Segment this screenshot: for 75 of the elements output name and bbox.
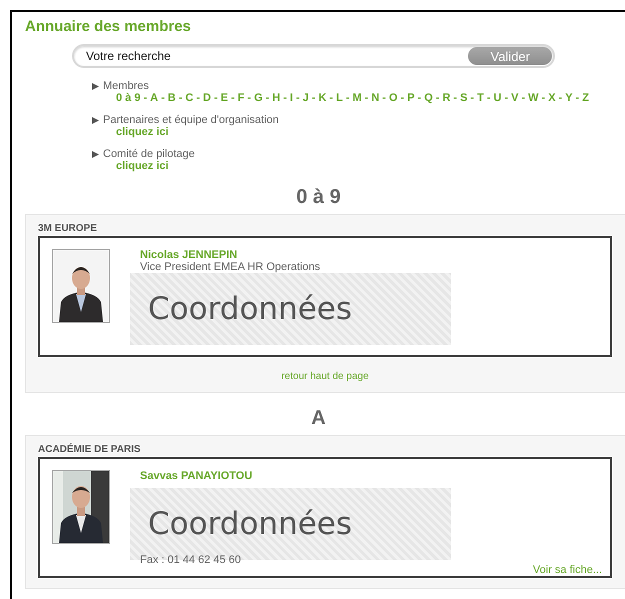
nav-link[interactable]: cliquez ici	[116, 160, 169, 172]
nav-link[interactable]: E	[220, 92, 228, 104]
member-name[interactable]: Nicolas JENNEPIN	[140, 249, 598, 261]
fax-number: Fax : 01 44 62 45 60	[140, 554, 242, 566]
separator-dash: -	[312, 92, 316, 104]
separator-dash: -	[266, 92, 270, 104]
separator-dash: -	[521, 92, 526, 104]
nav-link[interactable]: B	[168, 92, 176, 104]
nav-label: Membres	[103, 80, 149, 92]
nav-link[interactable]: M	[352, 92, 362, 104]
separator-dash: -	[364, 92, 368, 104]
company-name: ACADÉMIE DE PARIS	[38, 444, 142, 455]
nav-link[interactable]: 0 à 9	[116, 92, 140, 104]
member-name[interactable]: Savvas PANAYIOTOU	[140, 470, 598, 482]
nav-link[interactable]: G	[254, 92, 263, 104]
nav-link[interactable]: T	[477, 92, 484, 104]
separator-dash: -	[214, 92, 218, 104]
separator-dash: -	[470, 92, 474, 104]
search-field[interactable]: Votre recherche Valider	[72, 44, 555, 68]
nav-label: Partenaires et équipe d'organisation	[103, 114, 279, 126]
separator-dash: -	[576, 92, 580, 104]
nav-label: Comité de pilotage	[103, 148, 195, 160]
nav-link[interactable]: V	[511, 92, 518, 104]
separator-dash: -	[178, 92, 182, 104]
nav-link[interactable]: H	[272, 92, 280, 104]
nav-link[interactable]: D	[203, 92, 211, 104]
nav-link[interactable]: N	[371, 92, 380, 104]
separator-dash: -	[230, 92, 235, 104]
separator-dash: -	[329, 92, 334, 104]
separator-dash: -	[486, 92, 490, 104]
nav-link[interactable]: P	[407, 92, 415, 104]
nav-link[interactable]: F	[238, 92, 244, 104]
separator-dash: -	[196, 92, 200, 104]
redaction-overlay: Coordonnées	[130, 273, 451, 345]
nav-link[interactable]: S	[460, 92, 468, 104]
nav-link[interactable]: Z	[582, 92, 589, 104]
separator-dash: -	[542, 92, 546, 104]
section-heading: A	[310, 407, 327, 430]
nav-link[interactable]: A	[150, 92, 158, 104]
submit-button[interactable]: Valider	[468, 47, 552, 65]
nav-link[interactable]: R	[442, 92, 450, 104]
separator-dash: -	[400, 92, 404, 104]
nav-link[interactable]: Q	[424, 92, 433, 104]
section-heading: 0 à 9	[295, 186, 342, 209]
triangle-icon	[92, 116, 99, 124]
separator-dash: -	[382, 92, 386, 104]
triangle-icon	[92, 82, 99, 90]
nav-link[interactable]: U	[493, 92, 502, 104]
nav-link[interactable]: L	[336, 92, 343, 104]
nav-link[interactable]: J	[302, 92, 309, 104]
nav-link[interactable]: W	[528, 92, 539, 104]
triangle-icon	[92, 150, 99, 158]
separator-dash: -	[346, 92, 350, 104]
member-role: Vice President EMEA HR Operations	[140, 261, 322, 273]
separator-dash: -	[247, 92, 252, 104]
separator-dash: -	[161, 92, 165, 104]
nav-link[interactable]: K	[318, 92, 326, 104]
separator-dash: -	[283, 92, 287, 104]
nav-link[interactable]: I	[290, 92, 293, 104]
page-title: Annuaire des membres	[25, 18, 192, 35]
separator-dash: -	[418, 92, 422, 104]
profile-link[interactable]: Voir sa fiche...	[532, 564, 602, 576]
nav-link[interactable]: O	[388, 92, 398, 104]
separator-dash: -	[296, 92, 300, 104]
nav-link[interactable]: cliquez ici	[116, 126, 169, 138]
nav-link[interactable]: X	[548, 92, 556, 104]
nav-link[interactable]: C	[185, 92, 194, 104]
company-name: 3M EUROPE	[38, 223, 98, 234]
separator-dash: -	[504, 92, 508, 104]
separator-dash: -	[436, 92, 440, 104]
back-to-top-link[interactable]: retour haut de page	[38, 371, 612, 382]
separator-dash: -	[453, 92, 458, 104]
separator-dash: -	[558, 92, 562, 104]
separator-dash: -	[143, 92, 148, 104]
nav-link[interactable]: Y	[565, 92, 573, 104]
